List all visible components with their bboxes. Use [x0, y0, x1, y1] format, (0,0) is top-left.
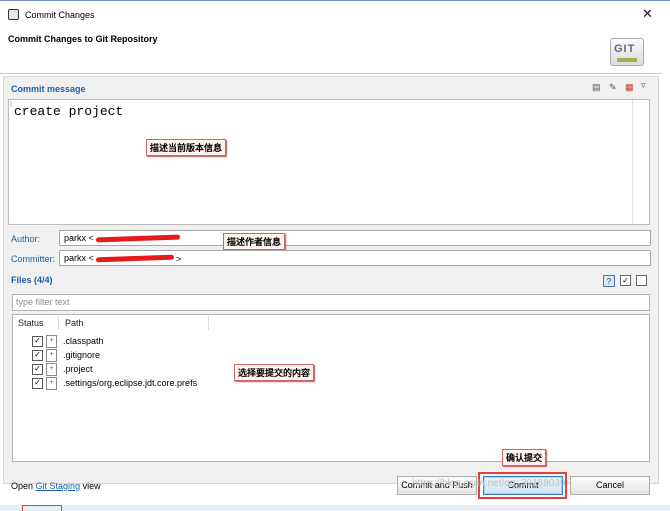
- eclipse-app-icon: [8, 9, 19, 20]
- chevron-down-icon[interactable]: ▿: [641, 80, 646, 91]
- file-path: .gitignore: [63, 350, 101, 360]
- cancel-button[interactable]: Cancel: [570, 476, 650, 495]
- sign-off-icon[interactable]: ✎: [609, 82, 617, 93]
- file-path: .settings/org.eclipse.jdt.core.prefs: [63, 378, 198, 388]
- author-label: Author:: [11, 234, 41, 244]
- file-path: .project: [63, 364, 93, 374]
- table-row[interactable]: ✓ + .gitignore: [32, 349, 232, 363]
- checkbox-checked-icon[interactable]: ✓: [32, 350, 43, 361]
- git-staging-link[interactable]: Git Staging: [36, 481, 81, 491]
- commit-message-section-label: Commit message: [11, 84, 86, 94]
- taskbar-strip: [0, 505, 670, 511]
- files-filter-input[interactable]: type filter text: [12, 294, 650, 311]
- close-icon[interactable]: ✕: [642, 6, 653, 22]
- column-path[interactable]: Path: [65, 318, 84, 328]
- git-logo-icon: GIT: [610, 38, 644, 66]
- checkbox-checked-icon[interactable]: ✓: [32, 336, 43, 347]
- window-titlebar: Commit Changes ✕: [0, 0, 670, 28]
- column-separator: [58, 316, 59, 330]
- annotation-commit: 确认提交: [502, 449, 547, 466]
- taskbar-highlight: [22, 505, 62, 511]
- commit-message-text[interactable]: create project: [14, 104, 123, 119]
- committer-value-suffix: >: [176, 254, 182, 264]
- help-icon[interactable]: ?: [603, 275, 615, 287]
- open-prefix: Open: [11, 481, 34, 491]
- view-suffix: view: [82, 481, 101, 491]
- file-added-icon: +: [46, 349, 57, 362]
- filter-placeholder: type filter text: [16, 297, 70, 307]
- annotation-author: 描述作者信息: [223, 233, 286, 250]
- git-logo-text: GIT: [614, 43, 636, 55]
- change-id-icon[interactable]: ▦: [625, 82, 634, 93]
- window-title: Commit Changes: [25, 10, 95, 20]
- checkbox-checked-icon[interactable]: ✓: [32, 378, 43, 389]
- column-separator: [208, 316, 209, 330]
- spellcheck-icon[interactable]: ▤: [592, 82, 601, 93]
- annotation-message: 描述当前版本信息: [146, 139, 227, 156]
- warning-marker-icon: ⌇: [9, 100, 13, 109]
- file-path: .classpath: [63, 336, 104, 346]
- file-added-icon: +: [46, 377, 57, 390]
- files-section-label: Files (4/4): [11, 275, 53, 285]
- deselect-all-icon[interactable]: [636, 275, 647, 286]
- table-row[interactable]: ✓ + .project: [32, 363, 232, 377]
- committer-value: parkx <: [64, 253, 94, 263]
- author-value: parkx <: [64, 233, 94, 243]
- checkbox-checked-icon[interactable]: ✓: [32, 364, 43, 375]
- file-added-icon: +: [46, 363, 57, 376]
- dialog-header: Commit Changes to Git Repository GIT: [0, 28, 662, 74]
- column-status[interactable]: Status: [18, 318, 44, 328]
- message-scrollbar[interactable]: [632, 100, 649, 224]
- table-row[interactable]: ✓ + .classpath: [32, 335, 232, 349]
- table-row[interactable]: ✓ + .settings/org.eclipse.jdt.core.prefs: [32, 377, 232, 391]
- file-added-icon: +: [46, 335, 57, 348]
- watermark-text: https://blog.csdn.net/qq_39188039: [412, 478, 566, 489]
- select-all-icon[interactable]: ✓: [620, 275, 631, 286]
- committer-label: Committer:: [11, 254, 56, 264]
- open-staging-text: Open Git Staging view: [11, 481, 101, 491]
- annotation-files: 选择要提交的内容: [234, 364, 315, 381]
- dialog-title: Commit Changes to Git Repository: [8, 34, 158, 44]
